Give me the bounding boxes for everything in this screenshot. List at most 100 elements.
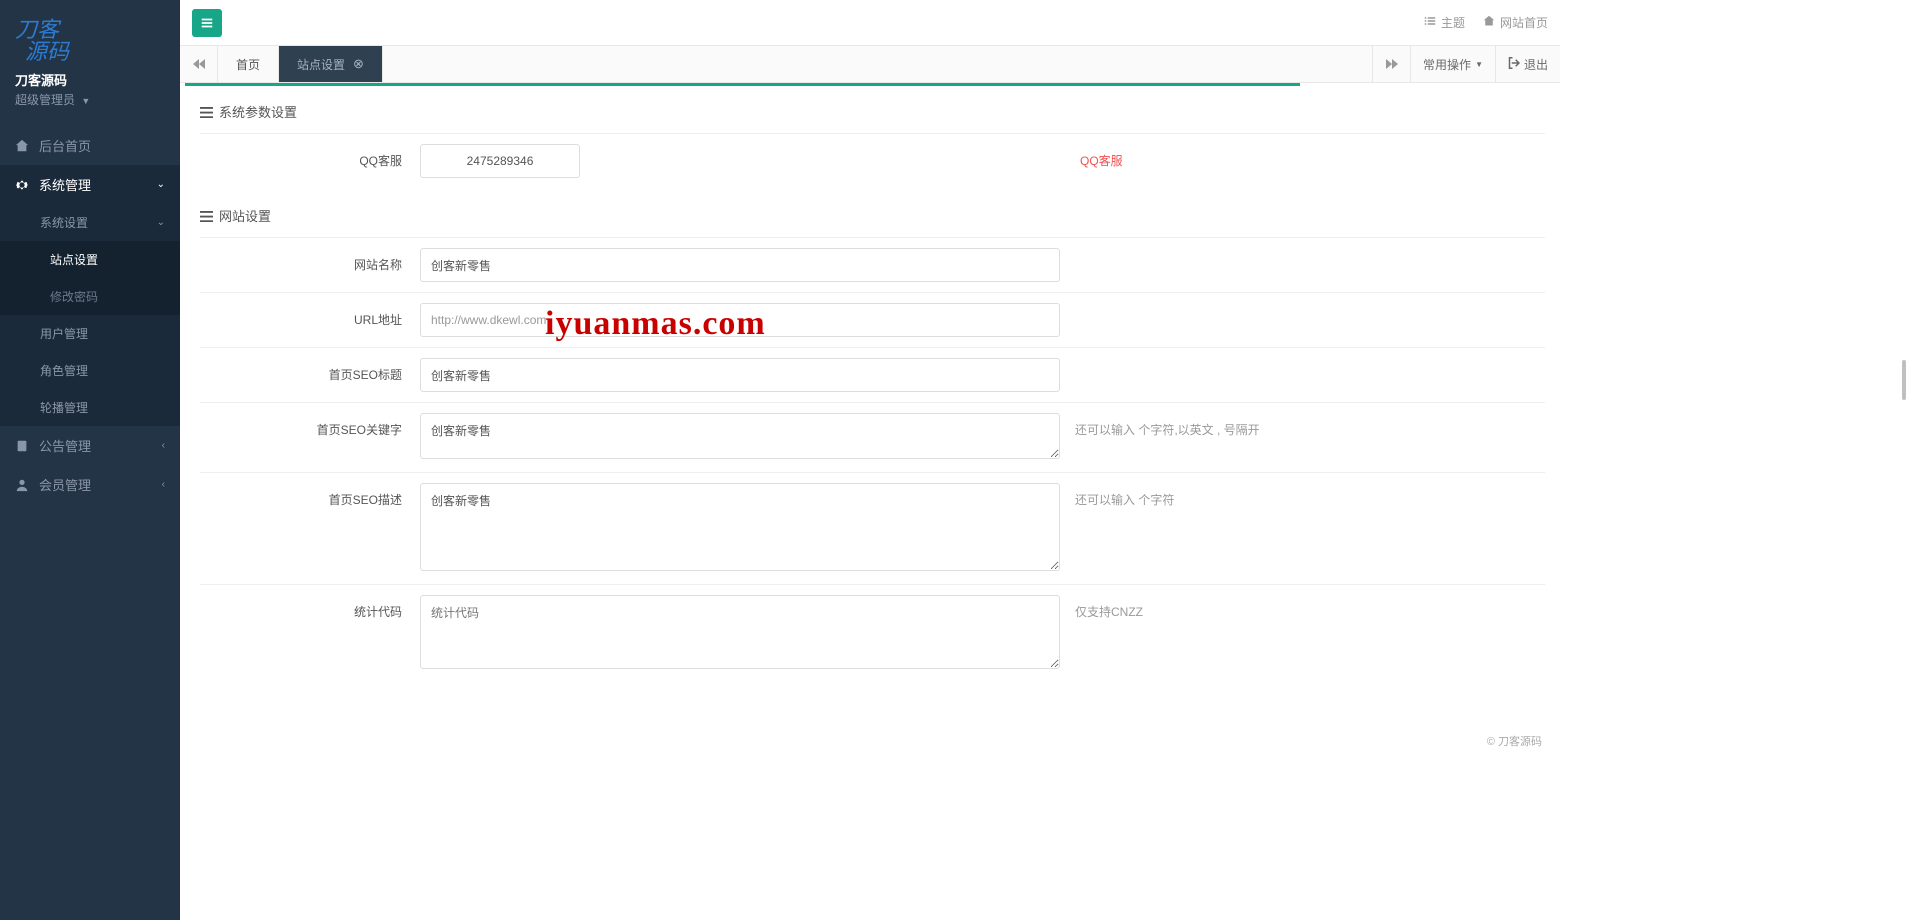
- help-stats: 仅支持CNZZ: [1060, 595, 1545, 620]
- tab-site-settings[interactable]: 站点设置 ⊗: [279, 46, 383, 82]
- caret-down-icon: ▼: [81, 96, 90, 106]
- panel-system-params: 系统参数设置 QQ客服 QQ客服: [200, 94, 1545, 188]
- form-row-stats: 统计代码 仅支持CNZZ: [200, 584, 1545, 682]
- panel-site-settings: 网站设置 网站名称 URL地址 首页SEO标题 首页SEO关键字 还可以输: [200, 198, 1545, 682]
- close-icon[interactable]: ⊗: [353, 56, 364, 72]
- logo-icon: 刀客源码: [15, 15, 80, 65]
- tabbar: 首页 站点设置 ⊗ 常用操作 ▼ 退出: [180, 45, 1560, 83]
- nav-item-system[interactable]: 系统管理 ⌄: [0, 165, 180, 204]
- scrollbar-thumb[interactable]: [1902, 360, 1906, 400]
- nav-label: 轮播管理: [40, 399, 88, 416]
- nav-sub-item-carousel-mgmt[interactable]: 轮播管理: [0, 389, 180, 426]
- caret-down-icon: ▼: [1475, 60, 1483, 69]
- site-name-input[interactable]: [420, 248, 1060, 282]
- gear-icon: [15, 178, 29, 192]
- label-seo-desc: 首页SEO描述: [200, 483, 420, 508]
- role-label: 超级管理员: [15, 93, 75, 107]
- nav-sub-item-role-mgmt[interactable]: 角色管理: [0, 352, 180, 389]
- common-ops-label: 常用操作: [1423, 56, 1471, 73]
- nav-sub-item-system-settings[interactable]: 系统设置 ⌄: [0, 204, 180, 241]
- nav-label: 后台首页: [39, 136, 91, 155]
- user-icon: [15, 478, 29, 492]
- home-icon: [1483, 15, 1495, 30]
- site-home-link[interactable]: 网站首页: [1483, 14, 1548, 31]
- nav-menu: 后台首页 系统管理 ⌄ 系统设置 ⌄ 站点设置 修改密码 用户管理: [0, 126, 180, 504]
- role-dropdown[interactable]: 超级管理员 ▼: [0, 89, 180, 118]
- svg-text:源码: 源码: [25, 39, 71, 64]
- form-row-seo-title: 首页SEO标题: [200, 347, 1545, 402]
- theme-label: 主题: [1441, 14, 1465, 31]
- tab-scroll-right-button[interactable]: [1372, 46, 1410, 82]
- seo-keywords-textarea[interactable]: [420, 413, 1060, 459]
- clipboard-icon: [15, 439, 29, 453]
- list-icon: [200, 210, 213, 221]
- form-row-seo-keywords: 首页SEO关键字 还可以输入 个字符,以英文 , 号隔开: [200, 402, 1545, 472]
- chevron-left-icon: ‹: [162, 479, 165, 490]
- nav-item-announce[interactable]: 公告管理 ‹: [0, 426, 180, 465]
- help-empty: [1060, 358, 1545, 366]
- home-icon: [15, 139, 29, 153]
- progress-bar: [185, 83, 1300, 86]
- nav-sub-item-user-mgmt[interactable]: 用户管理: [0, 315, 180, 352]
- panel-title-text: 网站设置: [219, 206, 271, 225]
- nav-label: 用户管理: [40, 325, 88, 342]
- list-icon: [1424, 15, 1436, 30]
- nav-sub-system: 系统设置 ⌄ 站点设置 修改密码 用户管理 角色管理 轮播管理: [0, 204, 180, 426]
- nav-item-member[interactable]: 会员管理 ‹: [0, 465, 180, 504]
- nav-label: 修改密码: [50, 288, 98, 305]
- common-ops-dropdown[interactable]: 常用操作 ▼: [1410, 46, 1495, 82]
- label-qq: QQ客服: [200, 144, 420, 169]
- main: 主题 网站首页 首页 站点设置 ⊗ 常用操作: [180, 0, 1560, 757]
- help-qq: QQ客服: [580, 144, 1545, 169]
- topbar-right: 主题 网站首页: [1424, 14, 1548, 31]
- theme-link[interactable]: 主题: [1424, 14, 1465, 31]
- chevron-down-icon: ⌄: [157, 217, 165, 228]
- panel-title: 系统参数设置: [200, 94, 1545, 133]
- site-home-label: 网站首页: [1500, 14, 1548, 31]
- nav-sub2-item-site-settings[interactable]: 站点设置: [0, 241, 180, 278]
- seo-title-input[interactable]: [420, 358, 1060, 392]
- chevron-down-icon: ⌄: [157, 179, 165, 190]
- list-icon: [200, 106, 213, 117]
- form-row-qq: QQ客服 QQ客服: [200, 133, 1545, 188]
- seo-desc-textarea[interactable]: [420, 483, 1060, 571]
- panel-title: 网站设置: [200, 198, 1545, 237]
- tab-scroll-left-button[interactable]: [180, 46, 218, 82]
- label-site-name: 网站名称: [200, 248, 420, 273]
- nav-sub2-item-change-password[interactable]: 修改密码: [0, 278, 180, 315]
- help-empty: [1060, 303, 1545, 311]
- label-url: URL地址: [200, 303, 420, 328]
- logout-label: 退出: [1524, 56, 1548, 73]
- logout-icon: [1508, 57, 1520, 72]
- footer-copyright: © 刀客源码: [1487, 733, 1542, 749]
- tab-label: 站点设置: [297, 56, 345, 73]
- field-qq: [420, 144, 580, 178]
- topbar: 主题 网站首页: [180, 0, 1560, 45]
- label-stats: 统计代码: [200, 595, 420, 620]
- help-empty: [1060, 248, 1545, 256]
- nav-label: 站点设置: [50, 251, 98, 268]
- tabs: 首页 站点设置 ⊗: [218, 46, 1372, 82]
- logout-button[interactable]: 退出: [1495, 46, 1560, 82]
- nav-item-dashboard[interactable]: 后台首页: [0, 126, 180, 165]
- label-seo-keywords: 首页SEO关键字: [200, 413, 420, 438]
- chevron-left-icon: ‹: [162, 440, 165, 451]
- form-row-seo-desc: 首页SEO描述 还可以输入 个字符: [200, 472, 1545, 584]
- help-seo-desc: 还可以输入 个字符: [1060, 483, 1545, 508]
- nav-label: 公告管理: [39, 436, 91, 455]
- nav-label: 角色管理: [40, 362, 88, 379]
- panel-title-text: 系统参数设置: [219, 102, 297, 121]
- stats-textarea[interactable]: [420, 595, 1060, 669]
- label-seo-title: 首页SEO标题: [200, 358, 420, 383]
- hamburger-button[interactable]: [192, 9, 222, 37]
- url-input[interactable]: [420, 303, 1060, 337]
- tab-label: 首页: [236, 56, 260, 73]
- logo-area: 刀客源码: [0, 0, 180, 70]
- qq-input[interactable]: [420, 144, 580, 178]
- brand-name: 刀客源码: [0, 70, 180, 89]
- content: 系统参数设置 QQ客服 QQ客服 网站设置 网站名称 UR: [180, 83, 1560, 757]
- form-row-url: URL地址: [200, 292, 1545, 347]
- form-row-site-name: 网站名称: [200, 237, 1545, 292]
- help-seo-keywords: 还可以输入 个字符,以英文 , 号隔开: [1060, 413, 1545, 438]
- tab-home[interactable]: 首页: [218, 46, 279, 82]
